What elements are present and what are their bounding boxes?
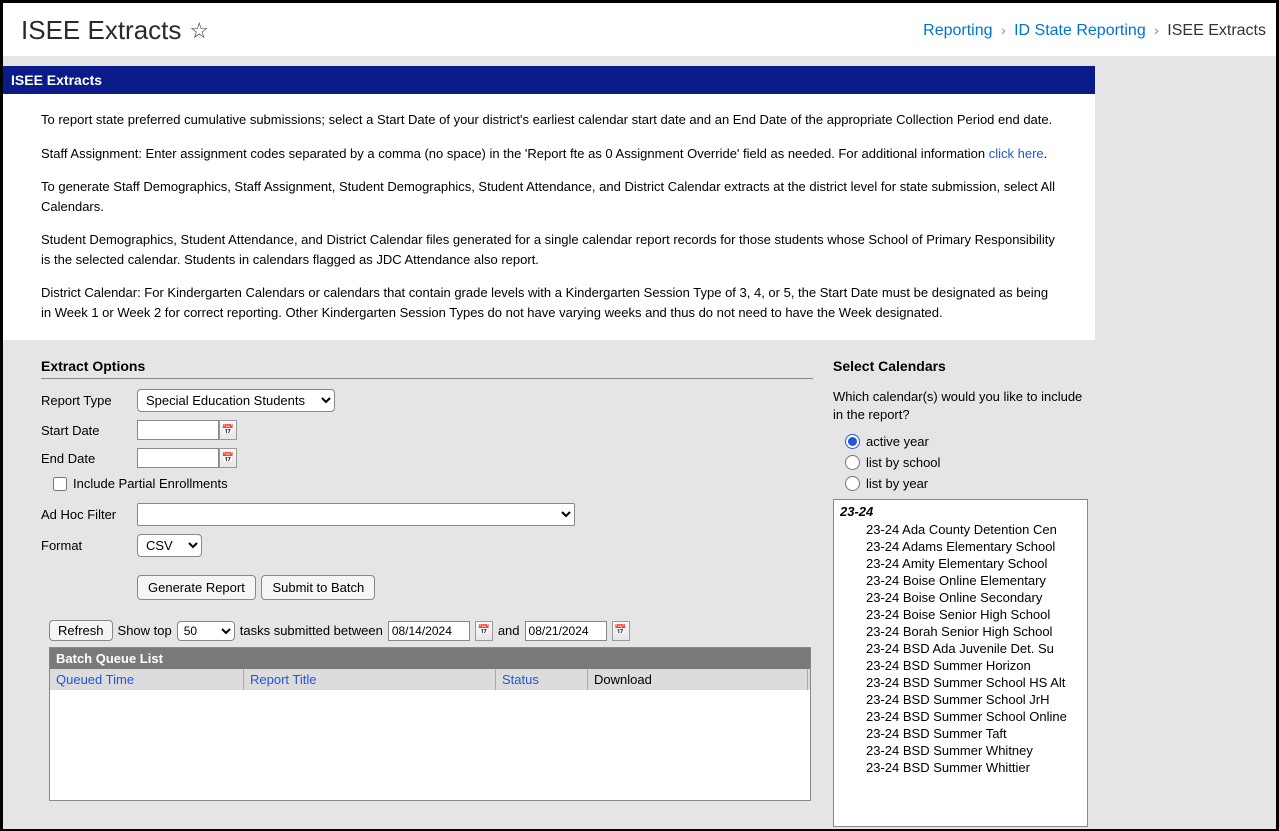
intro-p3: To generate Staff Demographics, Staff As… [41,177,1057,216]
refresh-button[interactable]: Refresh [49,620,113,641]
col-status[interactable]: Status [496,669,588,690]
breadcrumb: Reporting › ID State Reporting › ISEE Ex… [923,22,1266,40]
batch-controls-row: Refresh Show top 50 tasks submitted betw… [49,620,813,641]
list-item[interactable]: 23-24 BSD Summer School HS Alt [834,674,1087,691]
action-buttons: Generate Report Submit to Batch [137,575,813,600]
calendar-icon[interactable] [612,621,630,641]
favorite-star-icon[interactable]: ☆ [189,18,209,44]
list-item[interactable]: 23-24 BSD Summer Whittier [834,759,1087,776]
include-partial-row: Include Partial Enrollments [53,476,813,491]
radio-active-year[interactable] [845,434,860,449]
radio-list-by-school-label: list by school [866,455,940,470]
format-select[interactable]: CSV [137,534,202,557]
calendar-listbox[interactable]: 23-24 23-24 Ada County Detention Cen 23-… [833,499,1088,827]
page-header: ISEE Extracts ☆ Reporting › ID State Rep… [3,3,1276,56]
list-item[interactable]: 23-24 BSD Ada Juvenile Det. Su [834,640,1087,657]
col-queued-time[interactable]: Queued Time [50,669,244,690]
page-title-text: ISEE Extracts [21,15,181,46]
breadcrumb-reporting[interactable]: Reporting [923,22,992,39]
breadcrumb-id-state-reporting[interactable]: ID State Reporting [1014,22,1146,39]
generate-report-button[interactable]: Generate Report [137,575,256,600]
adhoc-label: Ad Hoc Filter [41,507,137,522]
list-item[interactable]: 23-24 Boise Senior High School [834,606,1087,623]
calendar-year-header: 23-24 [834,502,1087,521]
list-item[interactable]: 23-24 BSD Summer School JrH [834,691,1087,708]
intro-p5: District Calendar: For Kindergarten Cale… [41,283,1057,322]
and-label: and [498,623,520,638]
batch-date-end[interactable] [525,621,607,641]
select-calendars-desc: Which calendar(s) would you like to incl… [833,388,1093,424]
radio-list-by-school-row: list by school [845,455,1093,470]
intro-p2: Staff Assignment: Enter assignment codes… [41,144,1057,164]
breadcrumb-current: ISEE Extracts [1167,22,1266,39]
radio-list-by-year[interactable] [845,476,860,491]
start-date-row: Start Date [41,420,813,440]
submit-to-batch-button[interactable]: Submit to Batch [261,575,375,600]
radio-list-by-year-label: list by year [866,476,928,491]
list-item[interactable]: 23-24 BSD Summer Whitney [834,742,1087,759]
intro-p2-text: Staff Assignment: Enter assignment codes… [41,146,989,161]
report-type-label: Report Type [41,393,137,408]
end-date-row: End Date [41,448,813,468]
panel-header: ISEE Extracts [3,66,1095,94]
chevron-right-icon: › [1154,22,1159,38]
end-date-input[interactable] [137,448,219,468]
select-calendars-column: Select Calendars Which calendar(s) would… [833,358,1093,827]
list-item[interactable]: 23-24 Boise Online Secondary [834,589,1087,606]
select-calendars-title: Select Calendars [833,358,1093,378]
list-item[interactable]: 23-24 BSD Summer Taft [834,725,1087,742]
form-area: Extract Options Report Type Special Educ… [3,340,1276,827]
calendar-icon[interactable] [219,448,237,468]
report-type-row: Report Type Special Education Students [41,389,813,412]
start-date-input[interactable] [137,420,219,440]
extract-options-title: Extract Options [41,358,813,379]
intro-p4: Student Demographics, Student Attendance… [41,230,1057,269]
content-area: ISEE Extracts To report state preferred … [3,56,1276,829]
list-item[interactable]: 23-24 Adams Elementary School [834,538,1087,555]
page-title: ISEE Extracts ☆ [21,15,209,46]
radio-active-year-row: active year [845,434,1093,449]
show-top-label: Show top [118,623,172,638]
list-item[interactable]: 23-24 Borah Senior High School [834,623,1087,640]
col-download: Download [588,669,808,690]
list-item[interactable]: 23-24 Ada County Detention Cen [834,521,1087,538]
radio-list-by-year-row: list by year [845,476,1093,491]
adhoc-filter-select[interactable] [137,503,575,526]
end-date-label: End Date [41,451,137,466]
include-partial-checkbox[interactable] [53,477,67,491]
calendar-icon[interactable] [475,621,493,641]
tasks-between-label: tasks submitted between [240,623,383,638]
list-item[interactable]: 23-24 BSD Summer School Online [834,708,1087,725]
radio-active-year-label: active year [866,434,929,449]
list-item[interactable]: 23-24 BSD Summer Horizon [834,657,1087,674]
col-report-title[interactable]: Report Title [244,669,496,690]
list-item[interactable]: 23-24 Amity Elementary School [834,555,1087,572]
list-item[interactable]: 23-24 Boise Online Elementary [834,572,1087,589]
batch-date-start[interactable] [388,621,470,641]
batch-table-title: Batch Queue List [50,648,810,669]
intro-p1: To report state preferred cumulative sub… [41,110,1057,130]
adhoc-row: Ad Hoc Filter [41,503,813,526]
batch-table-body [50,690,810,800]
chevron-right-icon: › [1001,22,1006,38]
extract-options-column: Extract Options Report Type Special Educ… [41,358,813,827]
batch-queue-table: Batch Queue List Queued Time Report Titl… [49,647,811,801]
calendar-icon[interactable] [219,420,237,440]
start-date-label: Start Date [41,423,137,438]
radio-list-by-school[interactable] [845,455,860,470]
format-label: Format [41,538,137,553]
show-top-select[interactable]: 50 [177,621,235,641]
batch-table-header: Queued Time Report Title Status Download [50,669,810,690]
report-type-select[interactable]: Special Education Students [137,389,335,412]
click-here-link[interactable]: click here [989,146,1044,161]
intro-text-block: To report state preferred cumulative sub… [3,94,1095,340]
format-row: Format CSV [41,534,813,557]
include-partial-label: Include Partial Enrollments [73,476,228,491]
